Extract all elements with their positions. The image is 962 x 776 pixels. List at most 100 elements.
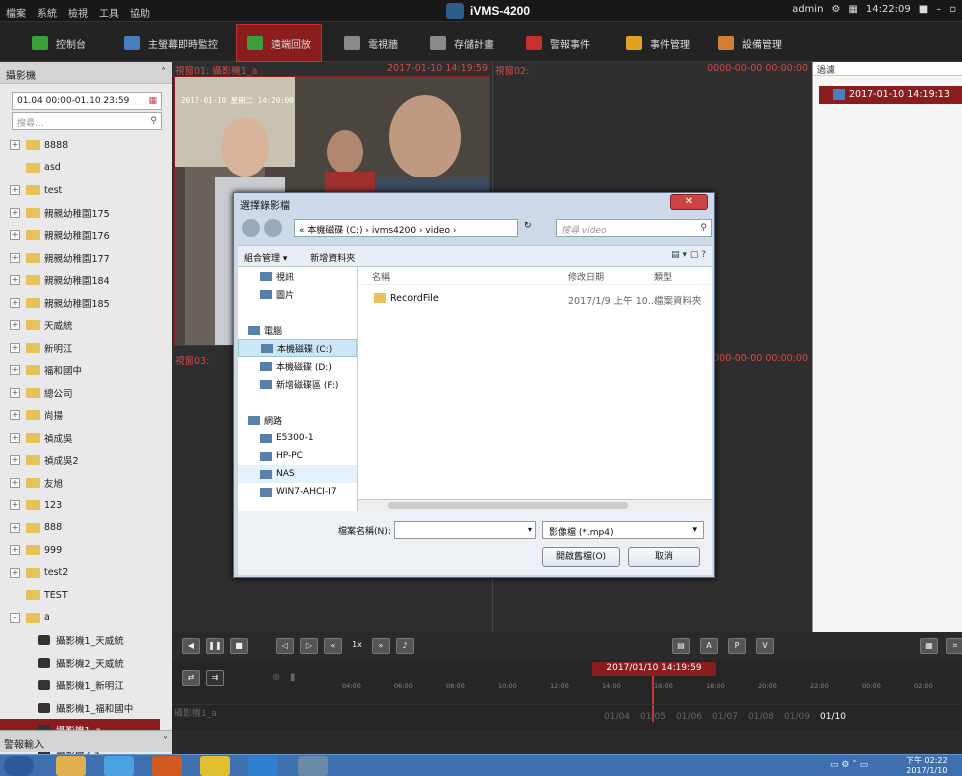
filetype-select[interactable]: 影像檔 (*.mp4) ▾ [542, 521, 704, 539]
filter-input[interactable]: 過濾 [813, 62, 962, 76]
collapse-icon[interactable]: ˄ [161, 67, 166, 78]
fullscreen-icon[interactable]: ⌗ [946, 638, 962, 654]
frame-back-button[interactable]: ◁ [276, 638, 294, 654]
slow-button[interactable]: « [324, 638, 342, 654]
app-icon[interactable] [248, 756, 278, 776]
group-item[interactable]: +123 [0, 494, 160, 517]
nav-item[interactable]: E5300-1 [238, 429, 357, 447]
pause-button[interactable]: ❚❚ [206, 638, 224, 654]
user-name[interactable]: admin [792, 4, 823, 15]
media-icon[interactable] [152, 756, 182, 776]
expand-toggle-icon[interactable]: + [10, 252, 20, 263]
minimize-button[interactable]: – [936, 4, 941, 15]
alarm-input-section[interactable]: 警報輸入 ˅ [0, 730, 172, 752]
settings-icon[interactable]: ⚙ [831, 4, 840, 15]
nav-item[interactable]: 電腦 [238, 321, 357, 339]
group-item[interactable]: + 禎成吳 [0, 427, 160, 450]
column-name[interactable]: 名稱 [372, 270, 390, 283]
menu-tools[interactable]: 工具 [99, 5, 119, 20]
expand-toggle-icon[interactable]: + [10, 500, 20, 511]
group-item[interactable]: + 親親幼稚園176 [0, 224, 160, 247]
expand-icon[interactable]: ˅ [163, 736, 168, 747]
search-icon[interactable]: ⚲ [150, 116, 157, 126]
forward-icon[interactable] [264, 219, 282, 237]
group-item[interactable]: + 尚揚 [0, 404, 160, 427]
cancel-button[interactable]: 取消 [628, 547, 700, 567]
frame-forward-button[interactable]: ▷ [300, 638, 318, 654]
export-icon[interactable]: ▤ [672, 638, 690, 654]
nav-item[interactable]: 本機磁碟 (D:) [238, 357, 357, 375]
bookmark-icon[interactable]: ▮ [290, 672, 296, 683]
group-item[interactable]: + 天威統 [0, 314, 160, 337]
nav-item[interactable]: NAS [238, 465, 357, 483]
tab-event-management[interactable]: 事件管理 [616, 31, 700, 55]
group-item[interactable]: + 親親幼稚園177 [0, 247, 160, 270]
group-item[interactable]: + test [0, 179, 160, 202]
ie-icon[interactable] [104, 756, 134, 776]
sync-icon[interactable]: ⇄ [182, 670, 200, 686]
menu-help[interactable]: 協助 [130, 5, 150, 20]
timeline-day-label[interactable]: 01/10 [820, 712, 846, 722]
tab-video-wall[interactable]: 電視牆 [334, 31, 408, 55]
nav-item[interactable]: HP-PC [238, 447, 357, 465]
group-item[interactable]: + 友旭 [0, 472, 160, 495]
tab-storage-schedule[interactable]: 存儲計畫 [420, 31, 504, 55]
expand-toggle-icon[interactable]: + [10, 140, 20, 151]
tab-control-panel[interactable]: 控制台 [22, 31, 96, 55]
group-item[interactable]: +888 [0, 517, 160, 540]
group-item[interactable]: + 福和國中 [0, 359, 160, 382]
ivms-icon[interactable] [298, 756, 328, 776]
camera-item[interactable]: 攝影機2_天威統 [0, 652, 160, 675]
prev-button[interactable]: ◀ [182, 638, 200, 654]
tray-icons[interactable]: ▭ ⚙ ˄ ▭ [830, 760, 868, 770]
timeline-day-label[interactable]: 01/06 [676, 712, 702, 722]
group-item[interactable]: -a [0, 607, 160, 630]
filename-input[interactable]: ▾ [394, 521, 536, 539]
back-icon[interactable] [242, 219, 260, 237]
expand-toggle-icon[interactable]: + [10, 230, 20, 241]
maximize-button[interactable]: ▫ [949, 4, 956, 15]
timeline-day-label[interactable]: 01/09 [784, 712, 810, 722]
column-type[interactable]: 類型 [654, 270, 672, 283]
expand-toggle-icon[interactable]: + [10, 320, 20, 331]
nav-item[interactable] [238, 303, 357, 321]
chevron-down-icon[interactable]: ▾ [525, 522, 535, 537]
column-date[interactable]: 修改日期 [568, 270, 604, 283]
timeline[interactable]: ⇄ ⇉ ⊕ ▮ 2017/01/10 14:19:59 04:00 06:00 08… [172, 660, 962, 730]
menu-system[interactable]: 系統 [37, 5, 57, 20]
expand-toggle-icon[interactable]: + [10, 477, 20, 488]
expand-toggle-icon[interactable]: + [10, 297, 20, 308]
start-button[interactable] [4, 756, 34, 776]
calendar-icon[interactable]: ▦ [848, 4, 857, 15]
address-bar[interactable]: « 本機磁碟 (C:) › ivms4200 › video › [294, 219, 518, 237]
group-item[interactable]: + 總公司 [0, 382, 160, 405]
expand-toggle-icon[interactable]: + [10, 365, 20, 376]
explorer-icon[interactable] [56, 756, 86, 776]
date-range-field[interactable]: 01.04 00:00-01.10 23:59 ▦ [12, 92, 162, 110]
expand-toggle-icon[interactable]: + [10, 185, 20, 196]
tray-clock[interactable]: 下午 02:22 2017/1/10 [906, 756, 948, 776]
group-item[interactable]: + 禎成吳2 [0, 449, 160, 472]
recording-item[interactable]: 2017-01-10 14:19:13 [819, 86, 962, 104]
organize-button[interactable]: 組合管理 ▾ [244, 254, 287, 264]
fast-button[interactable]: » [372, 638, 390, 654]
expand-toggle-icon[interactable]: + [10, 275, 20, 286]
refresh-icon[interactable]: ↻ [524, 221, 532, 231]
close-button[interactable]: ✕ [670, 194, 708, 210]
timeline-day-label[interactable]: 01/05 [640, 712, 666, 722]
horizontal-scrollbar[interactable] [358, 499, 712, 511]
expand-toggle-icon[interactable]: + [10, 387, 20, 398]
group-item[interactable]: + 親親幼稚園175 [0, 202, 160, 225]
camera-search-input[interactable]: 搜尋... ⚲ [12, 112, 162, 130]
group-item[interactable]: + 親親幼稚園184 [0, 269, 160, 292]
lock-icon[interactable]: ■ [919, 4, 928, 15]
nav-item[interactable]: 新增磁碟區 (F:) [238, 375, 357, 393]
camera-item[interactable]: 攝影機1_天威統 [0, 629, 160, 652]
expand-toggle-icon[interactable]: + [10, 567, 20, 578]
group-item[interactable]: + 親親幼稚園185 [0, 292, 160, 315]
pos-icon[interactable]: P [728, 638, 746, 654]
layout-icon[interactable]: ▦ [920, 638, 938, 654]
group-item[interactable]: TEST [0, 584, 160, 607]
group-item[interactable]: +999 [0, 539, 160, 562]
tab-device-management[interactable]: 設備管理 [708, 31, 792, 55]
